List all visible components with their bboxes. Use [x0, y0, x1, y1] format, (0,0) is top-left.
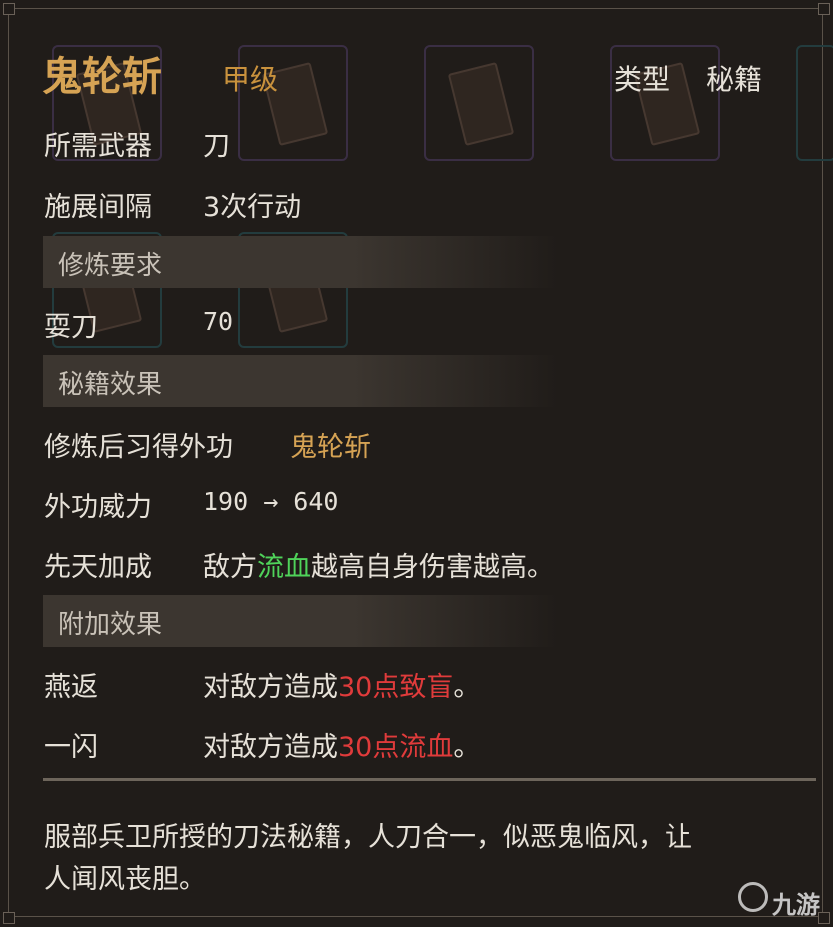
extra-highlight: 30点流血	[338, 732, 454, 763]
bleed-keyword: 流血	[257, 552, 311, 583]
innate-value: 敌方流血越高自身伤害越高。	[203, 545, 554, 584]
training-label: 耍刀	[44, 312, 98, 343]
power-value: 190 → 640	[203, 487, 339, 516]
inventory-slot-bg	[424, 45, 534, 161]
extra-label: 一闪	[44, 732, 98, 763]
extra-prefix: 对敌方造成	[203, 732, 338, 763]
weapon-label: 所需武器	[44, 131, 152, 162]
learned-label: 修炼后习得外功	[44, 432, 233, 463]
extra-suffix: 。	[453, 732, 481, 763]
innate-label: 先天加成	[44, 552, 152, 583]
skill-name: 鬼轮斩	[42, 54, 162, 100]
innate-suffix: 越高自身伤害越高。	[311, 552, 554, 583]
section-title: 附加效果	[58, 610, 163, 640]
section-title: 修炼要求	[58, 251, 163, 281]
watermark-text: 九游	[772, 891, 820, 919]
divider	[43, 778, 816, 781]
extra-prefix: 对敌方造成	[203, 672, 338, 703]
extra-value: 对敌方造成30点致盲。	[203, 665, 480, 704]
innate-prefix: 敌方	[203, 552, 257, 583]
power-label: 外功威力	[44, 492, 152, 523]
weapon-value: 刀	[203, 131, 230, 162]
interval-label: 施展间隔	[44, 192, 152, 223]
extra-highlight: 30点致盲	[338, 672, 454, 703]
extra-value: 对敌方造成30点流血。	[203, 725, 480, 764]
type-value: 秘籍	[706, 63, 763, 96]
section-title: 秘籍效果	[58, 370, 163, 400]
description-line: 服部兵卫所授的刀法秘籍，人刀合一，似恶鬼临风，让	[44, 822, 692, 853]
frame-corner	[3, 3, 15, 15]
skill-grade: 甲级	[222, 63, 279, 96]
description-line: 人闻风丧胆。	[44, 864, 206, 895]
learned-value: 鬼轮斩	[290, 432, 371, 463]
section-extra: 附加效果	[43, 595, 558, 647]
frame-corner	[3, 912, 15, 924]
extra-suffix: 。	[453, 672, 481, 703]
inventory-slot-bg	[796, 45, 833, 161]
frame-corner	[818, 3, 830, 15]
watermark-logo	[738, 882, 768, 912]
training-value: 70	[203, 307, 234, 336]
interval-value: 3次行动	[203, 192, 302, 223]
section-training: 修炼要求	[43, 236, 558, 288]
section-effect: 秘籍效果	[43, 355, 558, 407]
extra-label: 燕返	[44, 672, 98, 703]
type-label: 类型	[614, 63, 671, 96]
